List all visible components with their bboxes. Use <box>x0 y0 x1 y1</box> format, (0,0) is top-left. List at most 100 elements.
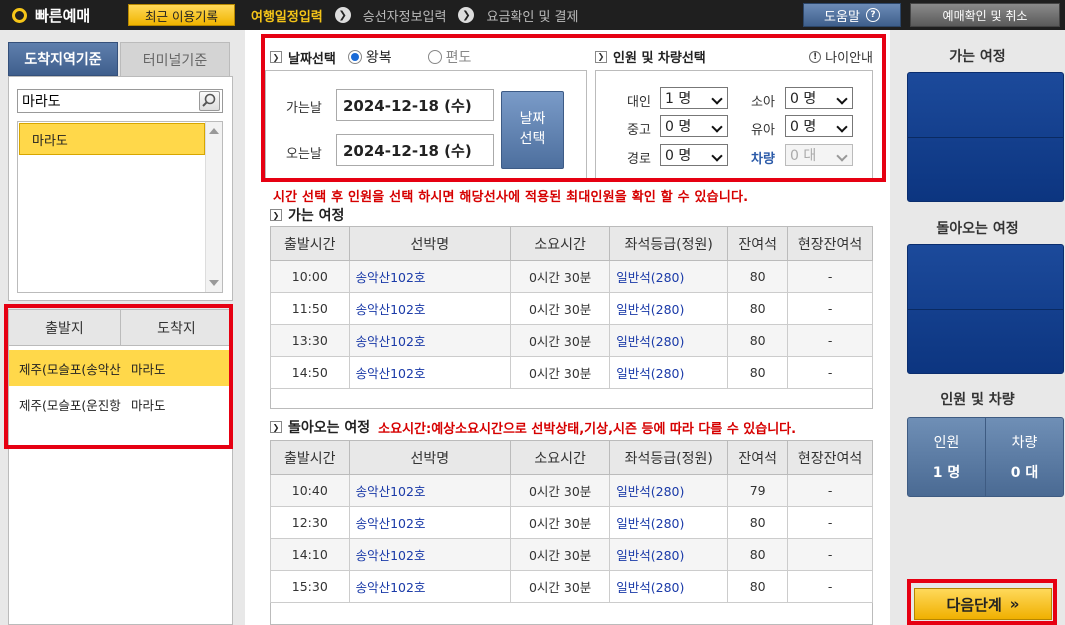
brand-title: 빠른예매 <box>35 6 91 25</box>
ship-name-cell[interactable]: 송악산102호 <box>348 570 511 603</box>
seat-grade-cell[interactable]: 일반석(280) <box>609 292 729 325</box>
step-arrow-icon: ❯ <box>458 7 475 23</box>
table-row[interactable]: 10:40 송악산102호 0시간 30분 일반석(280) 79- <box>270 474 873 507</box>
youth-select[interactable]: 0 명 <box>660 115 728 137</box>
return-summary-title: 돌아오는 여정 <box>936 221 1019 237</box>
child-select[interactable]: 0 명 <box>785 87 853 109</box>
step-arrow-icon: ❯ <box>334 7 351 23</box>
table-header-row: 출발시간 선박명 소요시간 좌석등급(정원) 잔여석 현장잔여석 <box>270 440 873 475</box>
vehicle-summary: 차량 0 대 <box>985 418 1063 496</box>
tab-terminal[interactable]: 터미널기준 <box>120 42 230 76</box>
scroll-up-icon[interactable] <box>209 128 219 134</box>
destination-list: 마라도 <box>17 121 223 293</box>
outbound-summary-title: 가는 여정 <box>949 49 1006 65</box>
tab-destination-region[interactable]: 도착지역기준 <box>8 42 118 76</box>
route-header-to: 도착지 <box>120 310 232 345</box>
adult-select[interactable]: 1 명 <box>660 87 728 109</box>
table-header-cell: 출발시간 <box>270 226 350 261</box>
seat-grade-cell[interactable]: 일반석(280) <box>609 260 729 293</box>
next-step-label: 다음단계 <box>946 595 1002 614</box>
date-select-label: 날짜 선택 <box>519 111 546 147</box>
scroll-down-icon[interactable] <box>209 280 219 286</box>
ship-name-cell[interactable]: 송악산102호 <box>348 506 511 539</box>
passenger-panel: ❯ 인원 및 차량선택 ! 나이안내 대인 1 명 소아 0 명 중고 0 명 … <box>595 38 873 180</box>
seat-grade-cell[interactable]: 일반석(280) <box>609 356 729 389</box>
table-row[interactable]: 10:00 송악산102호 0시간 30분 일반석(280) 80- <box>270 260 873 293</box>
round-trip-label: 왕복 <box>365 50 392 66</box>
notice-text: 시간 선택 후 인원을 선택 하시면 해당선사에 적용된 최대인원을 확인 할 … <box>273 190 749 205</box>
ship-name-cell[interactable]: 송악산102호 <box>348 324 511 357</box>
radio-dot-checked <box>347 50 362 64</box>
duration-cell: 0시간 30분 <box>509 324 611 357</box>
route-row[interactable]: 제주(모슬포(운진항)) 마라도 <box>9 386 232 422</box>
ship-name-cell[interactable]: 송악산102호 <box>348 356 511 389</box>
list-scrollbar[interactable] <box>205 122 222 292</box>
youth-label: 중고 <box>627 123 651 138</box>
duration-cell: 0시간 30분 <box>509 356 611 389</box>
infant-select[interactable]: 0 명 <box>785 115 853 137</box>
ship-name-cell[interactable]: 송악산102호 <box>348 474 511 507</box>
table-header-cell: 잔여석 <box>727 440 789 475</box>
recent-history-button[interactable]: 최근 이용기록 <box>128 4 235 26</box>
table-row[interactable]: 12:30 송악산102호 0시간 30분 일반석(280) 80- <box>270 506 873 539</box>
outbound-title-text: 가는 여정 <box>288 208 345 224</box>
senior-select[interactable]: 0 명 <box>660 144 728 166</box>
help-button[interactable]: 도움말 ? <box>803 3 901 27</box>
chevron-right-icon: ❯ <box>270 51 282 63</box>
seat-grade-cell[interactable]: 일반석(280) <box>609 506 729 539</box>
table-row[interactable]: 11:50 송악산102호 0시간 30분 일반석(280) 80- <box>270 292 873 325</box>
table-header-cell: 소요시간 <box>509 440 611 475</box>
table-row[interactable]: 15:30 송악산102호 0시간 30분 일반석(280) 80- <box>270 570 873 603</box>
chevron-right-icon: ❯ <box>270 421 282 433</box>
departure-time-cell: 11:50 <box>270 292 350 325</box>
radio-one-way[interactable]: 편도 <box>427 47 471 67</box>
vehicle-summary-label: 차량 <box>1011 435 1038 451</box>
table-row[interactable]: 14:10 송악산102호 0시간 30분 일반석(280) 80- <box>270 538 873 571</box>
booking-confirm-button[interactable]: 예매확인 및 취소 <box>910 3 1060 27</box>
help-label: 도움말 <box>824 9 860 25</box>
table-row[interactable]: 13:30 송악산102호 0시간 30분 일반석(280) 80- <box>270 324 873 357</box>
duration-cell: 0시간 30분 <box>509 292 611 325</box>
table-header-row: 출발시간 선박명 소요시간 좌석등급(정원) 잔여석 현장잔여석 <box>270 226 873 261</box>
vehicle-summary-value: 0 대 <box>1010 465 1039 481</box>
inbound-title: ❯ 돌아오는 여정 소요시간:예상소요시간으로 선박상태,기상,시즌 등에 따라… <box>270 417 796 437</box>
top-bar: 빠른예매 최근 이용기록 여행일정입력 ❯ 승선자정보입력 ❯ 요금확인 및 결… <box>0 0 1065 30</box>
onsite-seats-cell: - <box>787 506 873 539</box>
people-summary: 인원 1 명 <box>908 418 985 496</box>
seat-grade-cell[interactable]: 일반석(280) <box>609 474 729 507</box>
return-date-field[interactable]: 2024-12-18 (수) <box>336 134 494 166</box>
info-icon: ! <box>809 50 822 63</box>
age-info-link[interactable]: ! 나이안내 <box>809 47 873 66</box>
radio-round-trip[interactable]: 왕복 <box>347 47 392 67</box>
right-panel: 가는 여정 돌아오는 여정 인원 및 차량 인원 1 명 차량 0 대 다음단계… <box>890 30 1065 625</box>
search-icon[interactable] <box>199 91 220 111</box>
seat-grade-cell[interactable]: 일반석(280) <box>609 538 729 571</box>
search-input[interactable] <box>17 89 223 113</box>
route-from: 제주(모슬포(운진항)) <box>19 397 121 413</box>
ship-name-cell[interactable]: 송악산102호 <box>348 292 511 325</box>
date-select-panel: ❯ 날짜선택 왕복 편도 가는날 2024-12-18 (수) 오는날 2024… <box>265 38 587 180</box>
remaining-seats-cell: 79 <box>727 474 789 507</box>
next-step-button[interactable]: 다음단계 » <box>914 588 1052 620</box>
date-select-button[interactable]: 날짜 선택 <box>501 91 564 169</box>
onsite-seats-cell: - <box>787 538 873 571</box>
depart-date-field[interactable]: 2024-12-18 (수) <box>336 89 494 121</box>
ship-name-cell[interactable]: 송악산102호 <box>348 538 511 571</box>
brand-ring-icon <box>12 7 27 23</box>
ship-name-cell[interactable]: 송악산102호 <box>348 260 511 293</box>
passenger-inputs: 대인 1 명 소아 0 명 중고 0 명 유아 0 명 경로 0 명 차량 0 … <box>595 70 873 180</box>
list-item-marado[interactable]: 마라도 <box>19 123 205 155</box>
outbound-summary-card <box>907 72 1064 202</box>
table-header-cell: 선박명 <box>348 440 511 475</box>
seat-grade-cell[interactable]: 일반석(280) <box>609 570 729 603</box>
destination-box: 마라도 <box>8 76 233 301</box>
table-row[interactable]: 14:50 송악산102호 0시간 30분 일반석(280) 80- <box>270 356 873 389</box>
onsite-seats-cell: - <box>787 356 873 389</box>
seat-grade-cell[interactable]: 일반석(280) <box>609 324 729 357</box>
table-header-cell: 현장잔여석 <box>787 226 873 261</box>
table-header-cell: 잔여석 <box>727 226 789 261</box>
onsite-seats-cell: - <box>787 324 873 357</box>
route-row[interactable]: 제주(모슬포(송악산)) 마라도 <box>9 350 232 386</box>
passenger-title: 인원 및 차량선택 <box>613 51 706 66</box>
departure-time-cell: 13:30 <box>270 324 350 357</box>
